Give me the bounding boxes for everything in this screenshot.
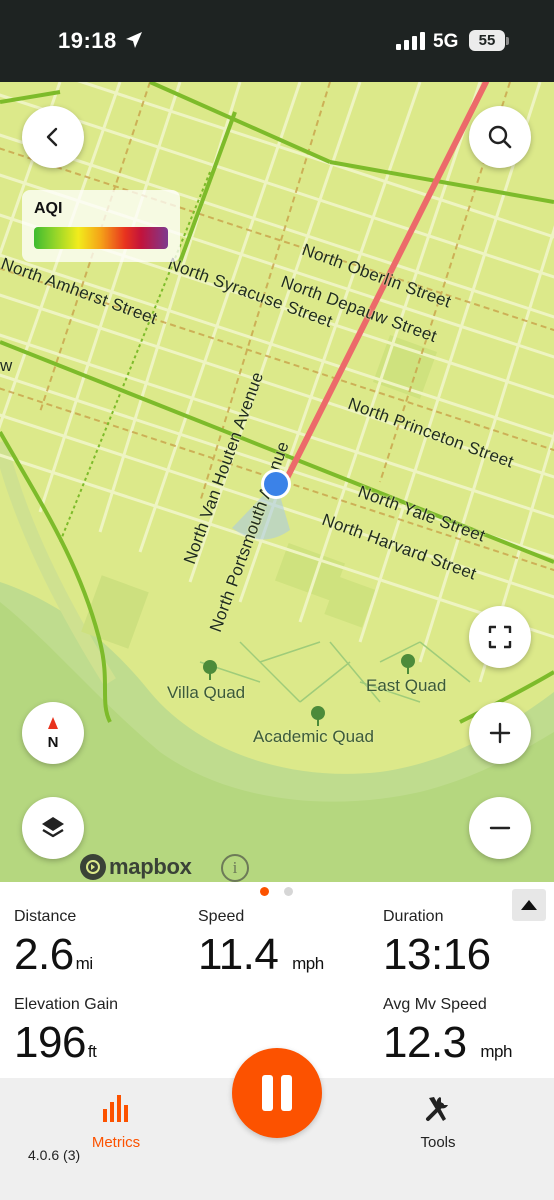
caret-up-icon xyxy=(521,900,537,910)
place-label-villa-quad: Villa Quad xyxy=(167,683,246,702)
metric-value: 196 ft xyxy=(14,1018,118,1068)
metric-value: 12.3 mph xyxy=(383,1018,512,1068)
page-dot[interactable] xyxy=(284,887,293,896)
zoom-in-icon xyxy=(489,722,511,744)
tree-icon xyxy=(401,654,415,674)
metric-value: 2.6 mi xyxy=(14,930,93,980)
metric-label: Elevation Gain xyxy=(14,996,119,1013)
tab-label: Tools xyxy=(420,1134,456,1151)
aqi-color-scale xyxy=(34,227,168,249)
street-label-fragment: w xyxy=(0,356,13,375)
zoom-in-button[interactable] xyxy=(469,702,531,764)
metric-avg-mv-speed: Avg Mv Speed 12.3 mph xyxy=(383,996,512,1068)
metric-value: 11.4 mph xyxy=(198,930,324,980)
network-type: 5G xyxy=(433,31,459,52)
elevation-gain-unit: ft xyxy=(87,1042,97,1061)
info-icon[interactable]: i xyxy=(221,854,249,882)
speed-value: 11.4 xyxy=(198,930,279,979)
aqi-legend: AQI xyxy=(22,190,180,262)
compass-icon: N xyxy=(48,717,59,751)
mapbox-wordmark: mapbox xyxy=(109,854,192,879)
collapse-panel-button[interactable] xyxy=(512,889,546,921)
tools-icon xyxy=(426,1097,448,1121)
signal-icon xyxy=(396,32,425,50)
metric-label: Speed xyxy=(198,908,245,925)
back-icon xyxy=(46,127,58,147)
metric-duration: Duration 13:16 xyxy=(383,908,491,980)
metric-label: Avg Mv Speed xyxy=(383,996,487,1013)
metric-label: Distance xyxy=(14,908,77,925)
location-arrow-icon xyxy=(126,32,142,48)
zoom-out-icon xyxy=(489,826,511,830)
layers-button[interactable] xyxy=(22,797,84,859)
distance-unit: mi xyxy=(75,954,93,973)
status-time: 19:18 xyxy=(58,28,117,53)
pause-button[interactable] xyxy=(232,1048,322,1138)
tab-metrics[interactable]: Metrics xyxy=(71,1093,161,1151)
mapbox-mark-icon xyxy=(80,854,106,880)
map-view[interactable]: North Amherst Street North Syracuse Stre… xyxy=(0,82,554,882)
status-bar: 19:18 5G 55 xyxy=(0,0,554,82)
search-icon xyxy=(488,125,512,149)
metric-label: Duration xyxy=(383,908,444,925)
place-label-east-quad: East Quad xyxy=(366,676,447,695)
duration-value: 13:16 xyxy=(383,930,491,979)
tree-icon xyxy=(203,660,217,680)
avg-mv-speed-value: 12.3 xyxy=(383,1018,467,1067)
user-location-dot xyxy=(261,469,291,499)
search-button[interactable] xyxy=(469,106,531,168)
fullscreen-button[interactable] xyxy=(469,606,531,668)
compass-button[interactable]: N xyxy=(22,702,84,764)
place-label-academic-quad: Academic Quad xyxy=(253,727,374,746)
aqi-legend-title: AQI xyxy=(34,200,63,217)
tab-label: Metrics xyxy=(91,1134,141,1151)
metric-distance: Distance 2.6 mi xyxy=(14,908,93,980)
compass-label: N xyxy=(48,734,59,751)
fullscreen-icon xyxy=(488,625,512,649)
distance-value: 2.6 xyxy=(14,930,74,979)
elevation-gain-value: 196 xyxy=(14,1018,86,1067)
zoom-out-button[interactable] xyxy=(469,797,531,859)
page-dot-active[interactable] xyxy=(260,887,269,896)
avg-mv-speed-unit: mph xyxy=(480,1042,512,1061)
back-button[interactable] xyxy=(22,106,84,168)
battery-icon: 55 xyxy=(469,30,505,51)
speed-unit: mph xyxy=(292,954,324,973)
bar-chart-icon xyxy=(103,1095,128,1122)
battery-tip xyxy=(506,37,509,45)
app-version: 4.0.6 (3) xyxy=(28,1147,81,1163)
tree-icon xyxy=(311,706,325,726)
metric-speed: Speed 11.4 mph xyxy=(198,908,324,980)
metric-elevation-gain: Elevation Gain 196 ft xyxy=(14,996,118,1068)
mapbox-logo[interactable]: mapbox xyxy=(80,852,192,882)
pause-icon xyxy=(262,1075,292,1111)
tab-tools[interactable]: Tools xyxy=(393,1093,483,1151)
layers-icon xyxy=(42,817,64,838)
